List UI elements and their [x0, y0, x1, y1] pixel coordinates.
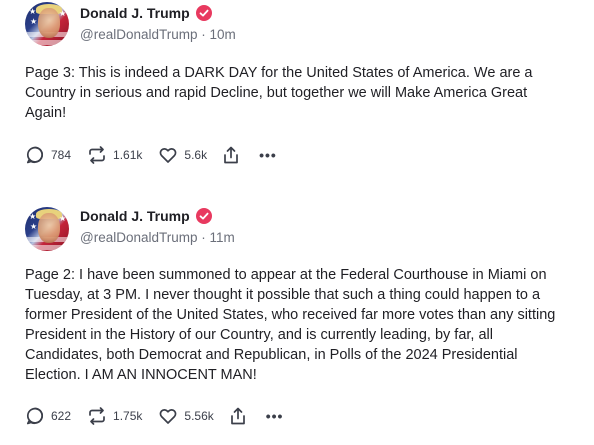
like-count: 5.6k — [184, 148, 208, 162]
reply-count: 622 — [51, 409, 72, 423]
retruth-icon — [89, 146, 105, 164]
post-time[interactable]: 10m — [210, 27, 236, 42]
avatar[interactable]: ★ ★ ★ — [25, 207, 69, 251]
share-button[interactable] — [228, 406, 248, 426]
like-count: 5.56k — [184, 409, 214, 423]
share-button[interactable] — [221, 145, 241, 165]
retruth-count: 1.61k — [113, 148, 143, 162]
reply-button[interactable]: 622 — [25, 406, 71, 426]
avatar[interactable]: ★ ★ ★ — [25, 2, 69, 46]
retruth-button[interactable]: 1.75k — [87, 406, 142, 426]
more-icon[interactable]: ••• — [259, 147, 277, 163]
display-name[interactable]: Donald J. Trump — [80, 208, 190, 224]
like-button[interactable]: 5.6k — [158, 145, 207, 165]
share-icon — [224, 146, 238, 164]
display-name[interactable]: Donald J. Trump — [80, 5, 190, 21]
post-time[interactable]: 11m — [210, 230, 235, 245]
handle-row: @realDonaldTrump · 11m — [80, 230, 235, 245]
action-bar: 784 1.61k 5.6k ••• — [25, 143, 277, 167]
reply-count: 784 — [51, 148, 72, 162]
reply-button[interactable]: 784 — [25, 145, 71, 165]
separator: · — [201, 230, 210, 245]
more-icon[interactable]: ••• — [266, 408, 284, 424]
handle[interactable]: @realDonaldTrump — [80, 27, 198, 42]
action-bar: 622 1.75k 5.56k ••• — [25, 404, 283, 428]
author-row: Donald J. Trump — [80, 5, 212, 21]
retruth-count: 1.75k — [113, 409, 143, 423]
like-button[interactable]: 5.56k — [158, 406, 214, 426]
reply-icon — [26, 146, 44, 164]
post-text: Page 2: I have been summoned to appear a… — [25, 267, 556, 383]
handle-row: @realDonaldTrump · 10m — [80, 27, 236, 42]
retruth-icon — [89, 407, 105, 425]
like-icon — [159, 148, 177, 163]
reply-icon — [26, 407, 44, 425]
like-icon — [159, 409, 177, 424]
author-row: Donald J. Trump — [80, 208, 212, 224]
post-text: Page 3: This is indeed a DARK DAY for th… — [25, 65, 533, 121]
handle[interactable]: @realDonaldTrump — [80, 230, 198, 245]
share-icon — [230, 407, 245, 425]
verified-badge-icon — [195, 208, 212, 224]
verified-badge-icon — [195, 5, 212, 21]
retruth-button[interactable]: 1.61k — [87, 145, 142, 165]
separator: · — [201, 27, 210, 42]
